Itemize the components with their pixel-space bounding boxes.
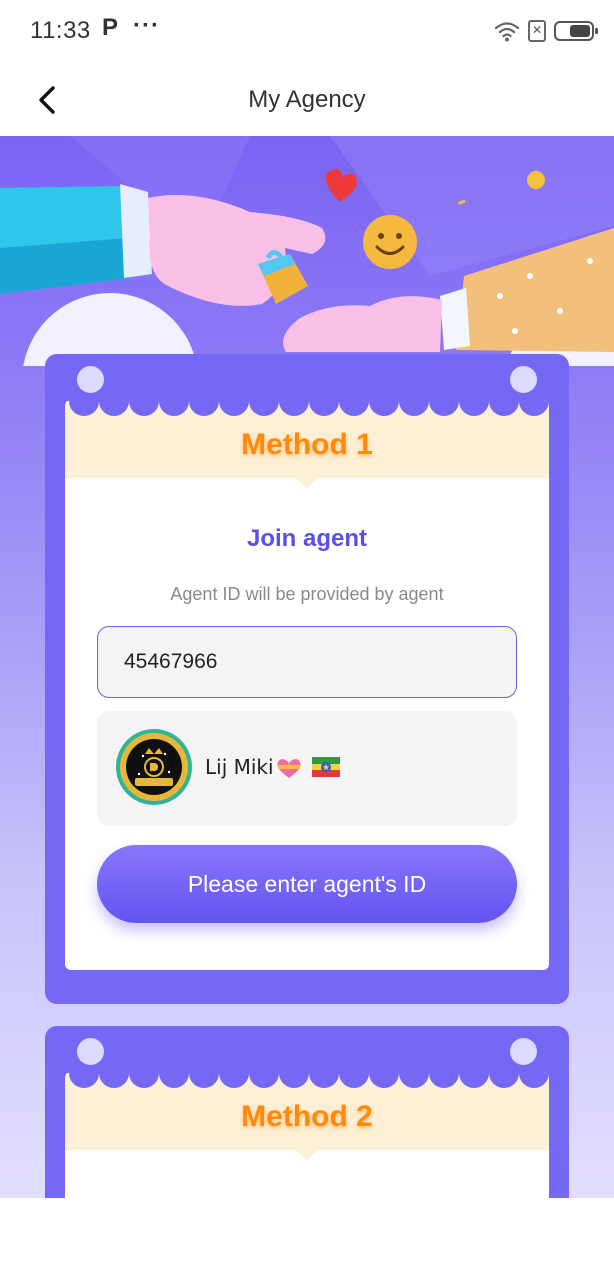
scalloped-edge [65, 1072, 549, 1088]
parking-app-icon: P [102, 14, 119, 41]
agent-id-input[interactable] [97, 626, 517, 698]
heart-with-ribbon-icon [277, 759, 301, 778]
handshake-gift-illustration [0, 136, 614, 366]
header-notch [295, 477, 319, 489]
method-2-panel: Method 2 [65, 1072, 549, 1198]
header-notch [295, 1149, 319, 1161]
method-1-panel: Method 1 Join agent Agent ID will be pro… [65, 400, 549, 970]
ticket-hole [510, 366, 537, 393]
method-1-card: Method 1 Join agent Agent ID will be pro… [45, 354, 569, 1004]
method-2-card: Method 2 [45, 1026, 569, 1198]
method-2-header: Method 2 [65, 1072, 549, 1161]
no-sim-icon: ✕ [528, 20, 546, 42]
ticket-hole [77, 1038, 104, 1065]
scalloped-edge [65, 400, 549, 416]
method-1-title: Method 1 [241, 428, 373, 461]
avatar [116, 729, 192, 805]
battery-icon [554, 21, 598, 41]
app-bar: My Agency [0, 64, 614, 136]
agent-name: Lij Miki [205, 755, 274, 779]
page-title: My Agency [248, 86, 366, 113]
method-1-header: Method 1 [65, 400, 549, 489]
status-bar: 11:33 P ··· ✕ [0, 0, 614, 64]
join-agent-title: Join agent [246, 525, 367, 552]
agent-result-card[interactable]: Lij Miki [97, 711, 517, 826]
status-time: 11:33 [30, 17, 91, 44]
wifi-icon [494, 22, 520, 42]
ticket-hole [510, 1038, 537, 1065]
ethiopia-flag-icon [312, 757, 340, 777]
submit-agent-id-button[interactable]: Please enter agent's ID [97, 845, 517, 923]
status-icons: ✕ [494, 18, 598, 44]
bottom-blank-area [0, 1198, 614, 1280]
ticket-hole [77, 366, 104, 393]
method-2-title: Method 2 [241, 1100, 373, 1133]
more-notifications-icon: ··· [133, 12, 160, 39]
agency-content: Method 1 Join agent Agent ID will be pro… [0, 136, 614, 1198]
agent-id-hint: Agent ID will be provided by agent [170, 584, 444, 604]
